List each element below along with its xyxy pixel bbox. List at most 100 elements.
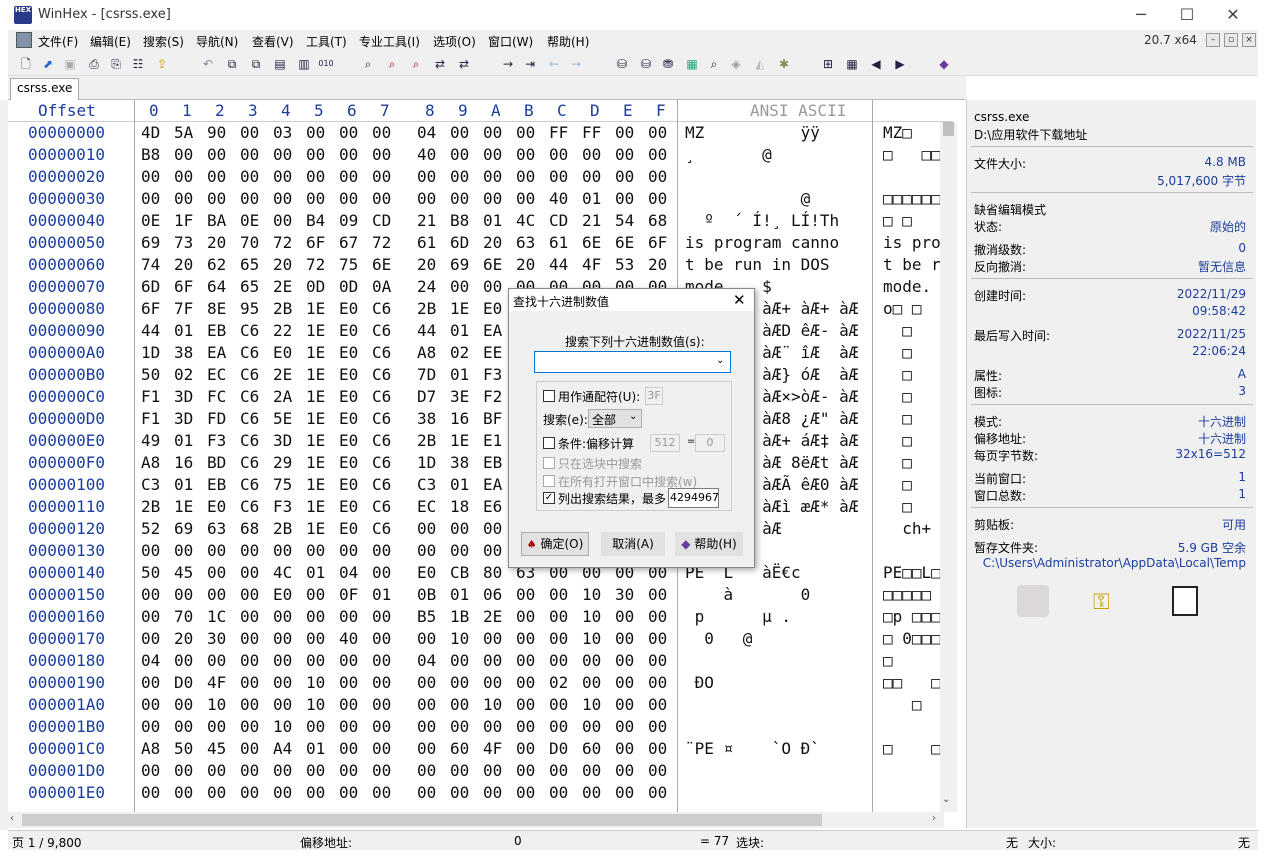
prev-icon[interactable]: ◀ — [868, 56, 884, 72]
minimize-button[interactable]: ─ — [1126, 5, 1156, 25]
hex-byte[interactable]: 10 — [582, 585, 601, 604]
hex-byte[interactable]: 00 — [549, 585, 568, 604]
hex-byte[interactable]: 00 — [141, 167, 160, 186]
hex-byte[interactable]: 00 — [240, 541, 259, 560]
hex-byte[interactable]: E0 — [339, 453, 358, 472]
tab-csrss[interactable]: csrss.exe — [10, 78, 80, 100]
hex-byte[interactable]: 00 — [450, 783, 469, 802]
hex-byte[interactable]: C6 — [372, 497, 391, 516]
hex-byte[interactable]: 95 — [240, 299, 259, 318]
hex-byte[interactable]: C6 — [240, 431, 259, 450]
hex-byte[interactable]: 00 — [306, 717, 325, 736]
hex-byte[interactable]: A8 — [141, 453, 160, 472]
replace-hex-icon[interactable]: ⇄ — [432, 56, 448, 72]
hex-byte[interactable]: 00 — [339, 695, 358, 714]
menu-view[interactable]: 查看(V) — [252, 33, 294, 50]
hex-byte[interactable]: 00 — [615, 123, 634, 142]
hex-byte[interactable]: 01 — [306, 739, 325, 758]
hex-byte[interactable]: 22 — [273, 321, 292, 340]
scroll-right-icon[interactable]: › — [932, 813, 936, 824]
hex-byte[interactable]: 5A — [174, 123, 193, 142]
navigate-icon[interactable]: ⊞ — [820, 56, 836, 72]
hex-byte[interactable]: C6 — [372, 431, 391, 450]
hex-byte[interactable]: 3E — [450, 387, 469, 406]
hex-byte[interactable]: 00 — [240, 673, 259, 692]
hex-byte[interactable]: F3 — [273, 497, 292, 516]
hex-byte[interactable]: 00 — [372, 167, 391, 186]
hex-byte[interactable]: A8 — [141, 739, 160, 758]
hex-byte[interactable]: FF — [549, 123, 568, 142]
hex-byte[interactable]: 00 — [273, 651, 292, 670]
hex-byte[interactable]: 00 — [339, 783, 358, 802]
hex-byte[interactable]: 00 — [207, 189, 226, 208]
hex-byte[interactable]: 00 — [240, 761, 259, 780]
hex-byte[interactable]: 4F — [483, 739, 502, 758]
hex-byte[interactable]: 1E — [306, 475, 325, 494]
hex-byte[interactable]: 00 — [273, 167, 292, 186]
hex-byte[interactable]: 00 — [648, 761, 667, 780]
hex-byte[interactable]: 0D — [339, 277, 358, 296]
hex-byte[interactable]: 00 — [516, 739, 535, 758]
hex-byte[interactable]: 10 — [582, 695, 601, 714]
hex-byte[interactable]: 00 — [240, 695, 259, 714]
cancel-button[interactable]: 取消(A) — [601, 532, 665, 556]
hex-byte[interactable]: C6 — [240, 453, 259, 472]
hex-byte[interactable]: 00 — [516, 673, 535, 692]
hex-byte[interactable]: 00 — [417, 519, 436, 538]
forward-icon[interactable]: → — [568, 56, 584, 72]
hex-byte[interactable]: 00 — [273, 629, 292, 648]
hex-byte[interactable]: 5E — [273, 409, 292, 428]
hex-byte[interactable]: 1E — [450, 431, 469, 450]
menu-tools[interactable]: 工具(T) — [306, 33, 347, 50]
hex-byte[interactable]: 90 — [207, 123, 226, 142]
hex-byte[interactable]: 38 — [174, 343, 193, 362]
hex-byte[interactable]: 2E — [483, 607, 502, 626]
hex-byte[interactable]: E0 — [417, 563, 436, 582]
hex-byte[interactable]: 00 — [273, 211, 292, 230]
hex-byte[interactable]: C6 — [372, 475, 391, 494]
hex-byte[interactable]: 1E — [306, 497, 325, 516]
hex-byte[interactable]: 00 — [648, 673, 667, 692]
hex-row[interactable]: 00000150 00 00 00 00 E0 00 0F 01 0B 01 06 00 00 10 30 00… — [8, 584, 953, 606]
hex-byte[interactable]: 00 — [516, 123, 535, 142]
hex-byte[interactable]: BD — [207, 453, 226, 472]
hex-byte[interactable]: 00 — [273, 783, 292, 802]
hex-byte[interactable]: B8 — [450, 211, 469, 230]
hex-byte[interactable]: 2B — [417, 299, 436, 318]
hex-byte[interactable]: 00 — [141, 783, 160, 802]
hex-byte[interactable]: 00 — [306, 607, 325, 626]
hex-byte[interactable]: 20 — [207, 233, 226, 252]
menu-help[interactable]: 帮助(H) — [547, 33, 589, 50]
hex-byte[interactable]: 73 — [174, 233, 193, 252]
hex-byte[interactable]: 00 — [141, 189, 160, 208]
fill-icon[interactable]: ◈ — [728, 56, 744, 72]
hex-row[interactable]: 000001B0 00 00 00 00 10 00 00 00 00 00 00 00 00 00 00 00… — [8, 716, 953, 738]
hex-byte[interactable]: 20 — [648, 255, 667, 274]
help-button[interactable]: ◆ 帮助(H) — [675, 532, 743, 556]
hex-byte[interactable]: 61 — [549, 233, 568, 252]
hex-byte[interactable]: C6 — [372, 519, 391, 538]
hex-byte[interactable]: 00 — [141, 585, 160, 604]
hex-byte[interactable]: 10 — [306, 695, 325, 714]
hex-byte[interactable]: 00 — [306, 783, 325, 802]
hex-byte[interactable]: 3D — [174, 409, 193, 428]
print-preview-icon[interactable]: ⎘ — [108, 56, 124, 72]
hex-byte[interactable]: BA — [207, 211, 226, 230]
hex-byte[interactable]: 00 — [483, 541, 502, 560]
hex-byte[interactable]: 00 — [549, 761, 568, 780]
scroll-left-icon[interactable]: ‹ — [10, 813, 14, 824]
condition-b-input[interactable]: 0 — [695, 434, 725, 452]
hex-byte[interactable]: 00 — [582, 717, 601, 736]
hex-byte[interactable]: 10 — [582, 607, 601, 626]
hex-byte[interactable]: 01 — [174, 321, 193, 340]
hex-byte[interactable]: E0 — [273, 585, 292, 604]
hex-byte[interactable]: 00 — [273, 761, 292, 780]
hex-byte[interactable]: 00 — [306, 651, 325, 670]
hex-byte[interactable]: 00 — [417, 783, 436, 802]
hex-byte[interactable]: 00 — [174, 585, 193, 604]
wildcard-checkbox[interactable] — [543, 390, 555, 402]
hex-byte[interactable]: 2E — [273, 277, 292, 296]
hex-byte[interactable]: 4F — [207, 673, 226, 692]
hex-byte[interactable]: CD — [372, 211, 391, 230]
copy-block-icon[interactable]: ⧉ — [224, 56, 240, 72]
